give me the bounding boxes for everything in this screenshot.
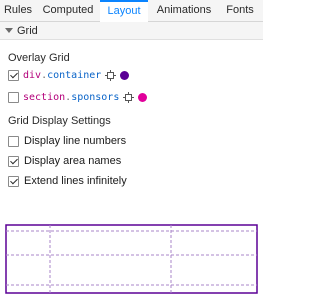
grid-color-swatch[interactable] (138, 92, 148, 102)
overlay-container-checkbox[interactable] (8, 69, 19, 81)
display-line-numbers-checkbox[interactable] (8, 135, 19, 147)
option-display-line-numbers[interactable]: Display line numbers (8, 134, 126, 148)
overlay-grid-item-sponsors[interactable]: section.sponsors (8, 90, 148, 104)
overlay-grid-item-container[interactable]: div.container (8, 68, 130, 82)
crosshair-icon[interactable] (105, 69, 117, 81)
option-label[interactable]: Display area names (24, 155, 121, 167)
extend-lines-checkbox[interactable] (8, 175, 19, 187)
grid-outline-preview[interactable] (5, 224, 258, 294)
option-extend-lines-infinitely[interactable]: Extend lines infinitely (8, 174, 127, 188)
grid-display-settings-heading: Grid Display Settings (8, 115, 111, 127)
overlay-sponsors-checkbox[interactable] (8, 91, 19, 103)
option-label[interactable]: Display line numbers (24, 135, 126, 147)
tab-rules[interactable]: Rules (0, 0, 36, 22)
sidebar-tab-bar: Rules Computed Layout Animations Fonts (0, 0, 263, 22)
tab-layout[interactable]: Layout (100, 0, 148, 22)
grid-selector-sponsors[interactable]: section.sponsors (23, 92, 119, 103)
grid-section-header[interactable]: Grid (0, 22, 263, 40)
option-display-area-names[interactable]: Display area names (8, 154, 121, 168)
overlay-grid-heading: Overlay Grid (8, 52, 70, 64)
tab-computed[interactable]: Computed (36, 0, 100, 22)
grid-selector-container[interactable]: div.container (23, 70, 101, 81)
section-title: Grid (17, 24, 38, 37)
tab-fonts[interactable]: Fonts (220, 0, 260, 22)
expand-triangle-icon[interactable] (5, 28, 13, 33)
crosshair-icon[interactable] (123, 91, 135, 103)
display-area-names-checkbox[interactable] (8, 155, 19, 167)
tab-animations[interactable]: Animations (148, 0, 220, 22)
grid-color-swatch[interactable] (120, 70, 130, 80)
option-label[interactable]: Extend lines infinitely (24, 175, 127, 187)
